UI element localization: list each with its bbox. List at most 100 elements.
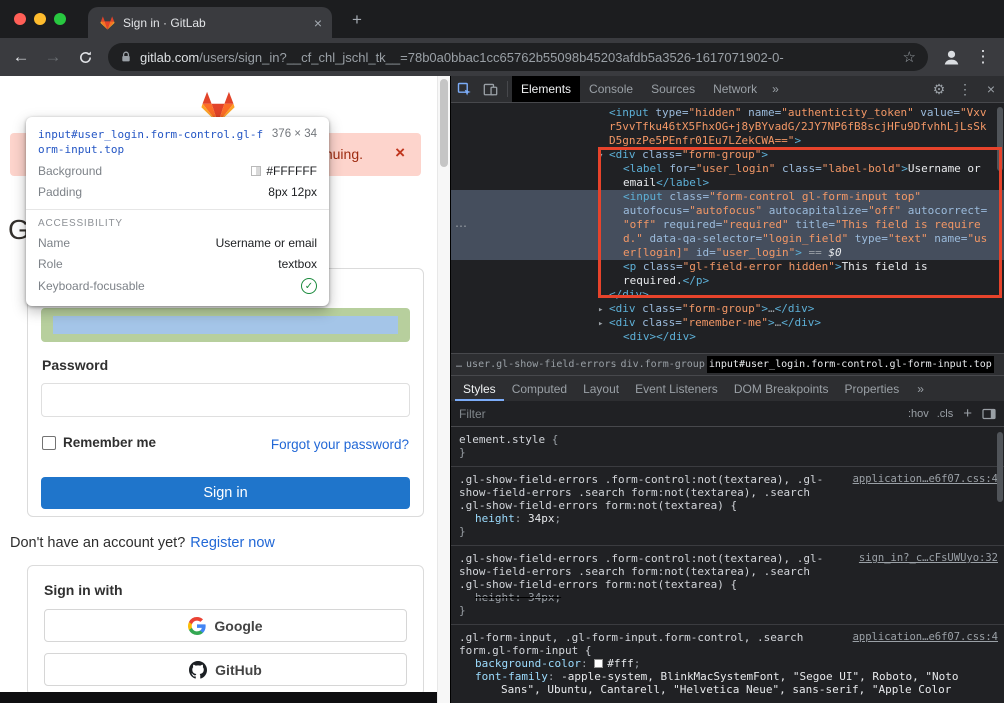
inspect-element-button[interactable] (451, 76, 477, 102)
dt-tab-sources[interactable]: Sources (642, 76, 704, 102)
github-signin-button[interactable]: GitHub (44, 653, 407, 686)
breadcrumb-item[interactable]: div.form-group (619, 356, 707, 373)
css-rule[interactable]: sign_in?_c…cFsUWUyo:32.gl-show-field-err… (451, 546, 1004, 625)
dom-tree-line[interactable]: ▾<div class="form-group"> (451, 148, 1004, 162)
stylesheet-link[interactable]: sign_in?_c…cFsUWUyo:32 (859, 552, 998, 565)
new-tab-button[interactable]: + (346, 9, 368, 31)
more-panels-icon[interactable]: » (766, 76, 785, 102)
maximize-window-button[interactable] (54, 13, 66, 25)
dom-tree-line[interactable]: d." data-qa-selector="login_field" type=… (451, 232, 1004, 246)
expand-arrow-icon[interactable]: ▸ (598, 303, 603, 317)
google-signin-button[interactable]: Google (44, 609, 407, 642)
page-scrollbar[interactable] (437, 76, 450, 703)
dt-tab-network[interactable]: Network (704, 76, 766, 102)
address-bar[interactable]: gitlab.com/users/sign_in?__cf_chl_jschl_… (108, 43, 928, 71)
styles-filter-input[interactable]: Filter (459, 407, 900, 421)
inspect-cursor-icon (457, 82, 472, 97)
devtools-tabs: ElementsConsoleSourcesNetwork (512, 76, 766, 102)
css-rule[interactable]: application…e6f07.css:4.gl-show-field-er… (451, 467, 1004, 546)
device-toolbar-button[interactable] (477, 76, 503, 102)
toggle-sidebar-button[interactable] (982, 407, 996, 421)
dt-tab-elements[interactable]: Elements (512, 76, 580, 102)
css-color-swatch (594, 659, 603, 668)
forward-button[interactable]: → (38, 42, 68, 72)
a11y-name-value: Username or email (216, 236, 317, 250)
dom-tree-line[interactable]: </div> (451, 288, 1004, 302)
username-input-inspect-highlight[interactable] (41, 308, 410, 342)
styles-more-tabs-icon[interactable]: » (909, 376, 932, 401)
profile-avatar[interactable] (936, 42, 966, 72)
scrollbar-thumb[interactable] (440, 79, 448, 167)
register-line: Don't have an account yet?Register now (10, 535, 275, 551)
back-button[interactable]: ← (6, 42, 36, 72)
stab-event-listeners[interactable]: Event Listeners (627, 376, 726, 401)
toggle-classes-button[interactable]: .cls (937, 408, 954, 420)
devtools-close-icon[interactable]: × (978, 76, 1004, 102)
forgot-password-link[interactable]: Forgot your password? (271, 437, 409, 452)
reload-button[interactable] (70, 42, 100, 72)
devtools-toolbar: ElementsConsoleSourcesNetwork » ⚙ ⋮ × (451, 76, 1004, 103)
tab-close-icon[interactable]: × (312, 16, 324, 30)
background-label: Background (38, 164, 102, 178)
breadcrumb-item[interactable]: user.gl-show-field-errors (464, 356, 619, 373)
github-label: GitHub (215, 662, 262, 678)
stab-layout[interactable]: Layout (575, 376, 627, 401)
dom-tree-line[interactable]: <div></div> (451, 330, 1004, 344)
url-domain: gitlab.com (140, 50, 199, 65)
toggle-hover-state-button[interactable]: :hov (908, 408, 929, 420)
breadcrumb-item[interactable]: input#user_login.form-control.gl-form-in… (707, 356, 994, 373)
devtools-menu-kebab-icon[interactable]: ⋮ (952, 76, 978, 102)
stylesheet-link[interactable]: application…e6f07.css:4 (853, 631, 998, 644)
element-dimensions: 376 × 34 (272, 127, 317, 142)
google-logo-icon (188, 617, 206, 635)
bookmark-star-icon[interactable]: ☆ (903, 48, 916, 66)
stylesheet-link[interactable]: application…e6f07.css:4 (853, 473, 998, 486)
dom-tree-line[interactable]: autofocus="autofocus" autocapitalize="of… (451, 204, 1004, 218)
minimize-window-button[interactable] (34, 13, 46, 25)
breadcrumb-item[interactable]: … (454, 356, 464, 373)
accessibility-section-title: ACCESSIBILITY (38, 218, 317, 229)
password-input[interactable] (41, 383, 410, 417)
new-style-rule-button[interactable]: + (963, 405, 972, 422)
dom-scrollbar-thumb[interactable] (997, 107, 1003, 171)
expand-arrow-icon[interactable]: ▸ (598, 317, 603, 331)
toolbar-divider (507, 81, 508, 97)
styles-scrollbar-thumb[interactable] (997, 432, 1003, 502)
stab-properties[interactable]: Properties (837, 376, 908, 401)
dom-gutter-more-icon[interactable]: ⋯ (455, 219, 468, 233)
a11y-role-label: Role (38, 257, 63, 271)
dom-tree-line[interactable]: ▸<div class="remember-me">…</div> (451, 316, 1004, 330)
sign-in-button[interactable]: Sign in (41, 477, 410, 509)
expand-arrow-icon[interactable]: ▾ (598, 149, 603, 163)
dom-tree-line[interactable]: <label for="user_login" class="label-bol… (451, 162, 1004, 176)
tooltip-divider (26, 209, 329, 210)
dom-tree-line[interactable]: D5gnzPe5PEnfr01Eu7LZekCWA=="> (451, 134, 1004, 148)
close-window-button[interactable] (14, 13, 26, 25)
register-link[interactable]: Register now (190, 535, 275, 551)
alert-close-icon[interactable]: × (395, 143, 405, 163)
dom-tree-line[interactable]: "off" required="required" title="This fi… (451, 218, 1004, 232)
dt-tab-console[interactable]: Console (580, 76, 642, 102)
stab-dom-breakpoints[interactable]: DOM Breakpoints (726, 376, 837, 401)
devtools-settings-gear-icon[interactable]: ⚙ (926, 76, 952, 102)
dom-tree-line[interactable]: email</label> (451, 176, 1004, 190)
dom-tree-line[interactable]: r5vvTfku46tX5FhxOG+j8yBYvadG/2JY7NP6fB8s… (451, 120, 1004, 134)
dom-tree-line[interactable]: <p class="gl-field-error hidden">This fi… (451, 260, 1004, 274)
css-rule[interactable]: application…e6f07.css:4.gl-form-input, .… (451, 625, 1004, 703)
gitlab-page: nuing. × G Password Remember me Forgot y… (0, 76, 450, 703)
stab-styles[interactable]: Styles (455, 376, 504, 401)
url-path: /users/sign_in?__cf_chl_jschl_tk__=78b0a… (199, 50, 783, 65)
browser-menu-kebab-icon[interactable]: ⋮ (968, 42, 998, 72)
google-label: Google (214, 618, 262, 634)
stab-computed[interactable]: Computed (504, 376, 575, 401)
sso-title: Sign in with (44, 582, 123, 598)
browser-tab[interactable]: Sign in · GitLab × (88, 7, 332, 38)
css-rule[interactable]: element.style {} (451, 427, 1004, 467)
dom-tree-line[interactable]: <input type="hidden" name="authenticity_… (451, 106, 1004, 120)
remember-me-checkbox[interactable] (42, 436, 56, 450)
dom-tree-line[interactable]: required.</p> (451, 274, 1004, 288)
dom-tree-line[interactable]: <input class="form-control gl-form-input… (451, 190, 1004, 204)
dom-tree-line[interactable]: er[login]" id="user_login"> == $0 (451, 246, 1004, 260)
dom-tree-line[interactable]: ▸<div class="form-group">…</div> (451, 302, 1004, 316)
a11y-role-value: textbox (278, 257, 317, 271)
